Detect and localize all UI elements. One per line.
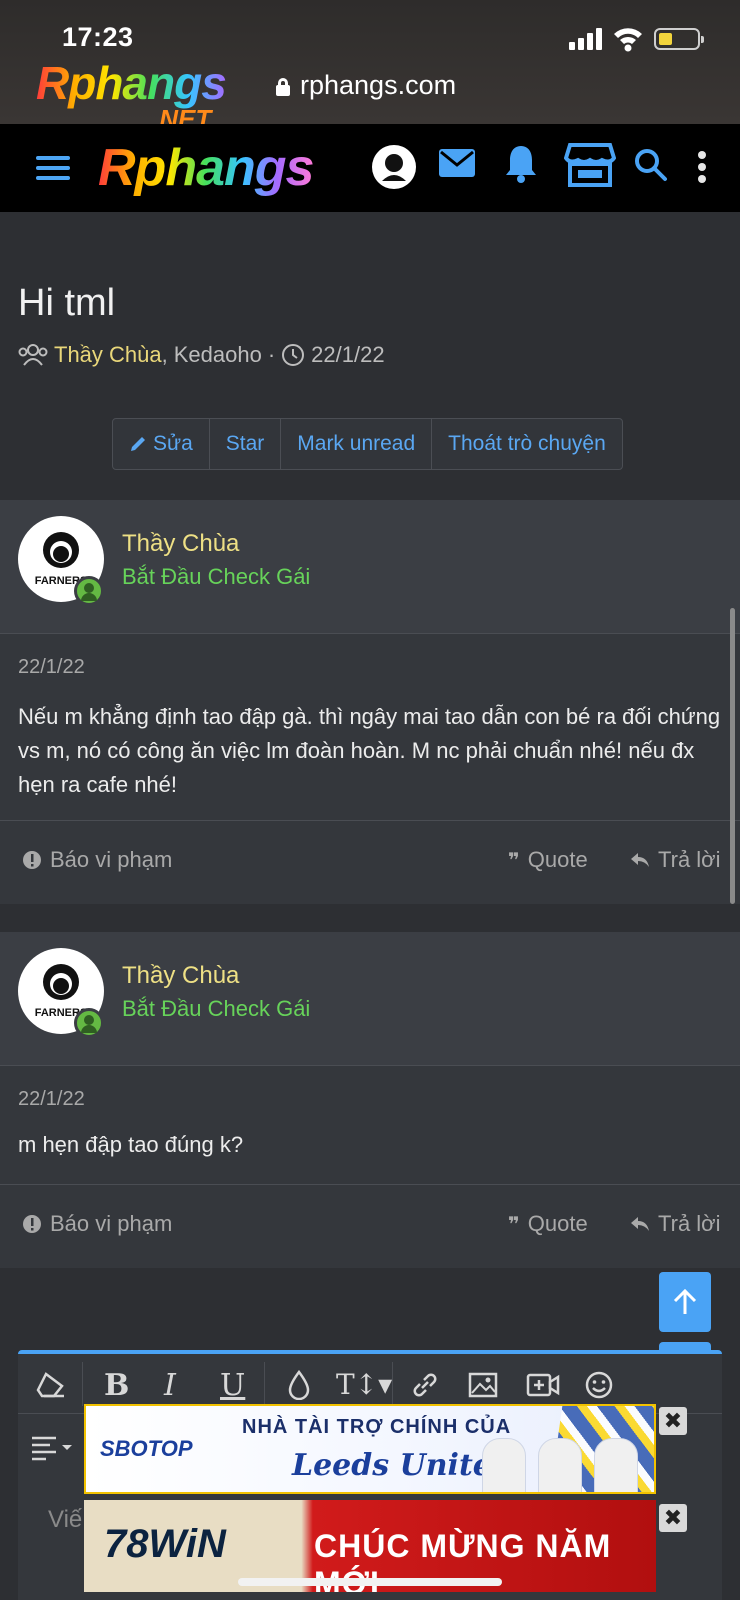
search-icon[interactable] — [634, 148, 668, 182]
clock-icon — [282, 344, 305, 366]
thread-meta: Thầy Chùa, Kedaoho · 22/1/22 — [18, 342, 385, 368]
post: FARNERS Thầy Chùa Bắt Đầu Check Gái 22/1… — [0, 932, 740, 1268]
thread-starter-link[interactable]: Thầy Chùa — [54, 342, 162, 367]
post-body: Nếu m khẳng định tao đập gà. thì ngây ma… — [18, 704, 721, 797]
post-author-rank: Bắt Đầu Check Gái — [122, 996, 311, 1021]
menu-icon[interactable] — [36, 154, 70, 182]
video-icon[interactable] — [526, 1372, 560, 1398]
sbotop-logo: SBOTOP — [100, 1436, 193, 1461]
participants-icon — [18, 344, 48, 366]
quote-label: Quote — [527, 1211, 588, 1236]
account-avatar[interactable] — [372, 145, 416, 189]
banner-players-image — [478, 1424, 648, 1492]
post-actions: Báo vi phạm ❞ Quote Trả lời — [0, 1184, 740, 1266]
meta-separator: · — [267, 342, 276, 367]
forum-header: Rphangs — [0, 124, 740, 212]
cellular-signal-icon — [569, 26, 605, 50]
report-button[interactable]: Báo vi phạm — [22, 1211, 172, 1237]
close-ad-button[interactable]: ✖ — [659, 1407, 687, 1435]
edit-button[interactable]: Sửa — [113, 419, 210, 469]
avatar[interactable]: FARNERS — [18, 516, 104, 606]
quote-icon: ❞ — [508, 849, 520, 872]
thread-date: 22/1/22 — [311, 342, 385, 367]
report-label: Báo vi phạm — [50, 1211, 173, 1236]
post-header: FARNERS Thầy Chùa Bắt Đầu Check Gái — [0, 500, 740, 634]
reply-icon — [631, 853, 649, 867]
arrow-up-icon — [673, 1288, 697, 1314]
edit-label: Sửa — [153, 432, 193, 455]
pencil-icon — [131, 437, 145, 451]
font-size-icon[interactable]: T↕▾ — [336, 1368, 392, 1401]
sponsor-banner[interactable]: SBOTOP NHÀ TÀI TRỢ CHÍNH CỦA Leeds Unite… — [84, 1404, 656, 1494]
post-date[interactable]: 22/1/22 — [18, 656, 85, 679]
reply-button[interactable]: Trả lời — [630, 1211, 721, 1237]
battery-icon — [654, 28, 704, 50]
more-options-icon[interactable] — [696, 150, 708, 184]
eraser-icon[interactable] — [36, 1372, 66, 1398]
home-indicator[interactable] — [238, 1578, 502, 1586]
alert-icon — [23, 851, 41, 869]
image-icon[interactable] — [468, 1372, 498, 1398]
participant-link[interactable]: Kedaoho — [174, 342, 262, 368]
emoji-icon[interactable] — [584, 1370, 614, 1400]
participant-separator: , — [161, 342, 168, 367]
78win-logo: 78WiN — [104, 1522, 226, 1566]
store-icon[interactable] — [564, 142, 616, 188]
online-status-icon — [74, 576, 104, 606]
bold-icon[interactable]: B — [104, 1368, 129, 1403]
post-actions: Báo vi phạm ❞ Quote Trả lời — [0, 820, 740, 902]
report-button[interactable]: Báo vi phạm — [22, 847, 172, 873]
link-icon[interactable] — [410, 1370, 440, 1400]
underline-icon[interactable]: U — [220, 1368, 245, 1403]
post-author[interactable]: Thầy Chùa — [122, 530, 239, 558]
post-date[interactable]: 22/1/22 — [18, 1088, 85, 1111]
online-status-icon — [74, 1008, 104, 1038]
thread-title: Hi tml — [18, 282, 116, 324]
thread-action-bar: Sửa Star Mark unread Thoát trò chuyện — [112, 418, 623, 470]
star-button[interactable]: Star — [210, 419, 282, 469]
bell-icon[interactable] — [504, 144, 538, 184]
reply-label: Trả lời — [658, 847, 721, 872]
post-author-rank: Bắt Đầu Check Gái — [122, 564, 311, 589]
close-ad-button[interactable]: ✖ — [659, 1504, 687, 1532]
post-body: m hẹn đập tao đúng k? — [18, 1132, 244, 1157]
status-bar: 17:23 Rphangs .NET rphangs.com — [0, 0, 740, 134]
avatar[interactable]: FARNERS — [18, 948, 104, 1038]
report-label: Báo vi phạm — [50, 847, 173, 872]
color-icon[interactable] — [288, 1370, 310, 1400]
scrollbar[interactable] — [730, 608, 735, 904]
leave-conversation-button[interactable]: Thoát trò chuyện — [432, 419, 622, 469]
reply-icon — [631, 1217, 649, 1231]
quote-button[interactable]: ❞ Quote — [508, 1211, 588, 1237]
clock: 17:23 — [62, 22, 134, 52]
forum-logo[interactable]: Rphangs — [98, 138, 314, 198]
reply-button[interactable]: Trả lời — [630, 847, 721, 873]
quote-icon: ❞ — [508, 1213, 520, 1236]
italic-icon[interactable]: I — [164, 1368, 176, 1403]
inbox-icon[interactable] — [438, 148, 476, 178]
editor-placeholder[interactable]: Viế — [48, 1506, 82, 1534]
align-icon[interactable] — [30, 1434, 74, 1462]
address-bar-url[interactable]: rphangs.com — [300, 70, 456, 101]
lock-icon — [276, 78, 290, 96]
scroll-to-top-button[interactable] — [659, 1272, 711, 1332]
quote-button[interactable]: ❞ Quote — [508, 847, 588, 873]
alert-icon — [23, 1215, 41, 1233]
banner-headline: NHÀ TÀI TRỢ CHÍNH CỦA — [242, 1416, 512, 1438]
reply-label: Trả lời — [658, 1211, 721, 1236]
site-logo: Rphangs — [36, 57, 227, 109]
mark-unread-button[interactable]: Mark unread — [281, 419, 433, 469]
quote-label: Quote — [527, 847, 588, 872]
post-header: FARNERS Thầy Chùa Bắt Đầu Check Gái — [0, 932, 740, 1066]
post: FARNERS Thầy Chùa Bắt Đầu Check Gái 22/1… — [0, 500, 740, 904]
wifi-icon — [614, 28, 642, 52]
post-author[interactable]: Thầy Chùa — [122, 962, 239, 990]
